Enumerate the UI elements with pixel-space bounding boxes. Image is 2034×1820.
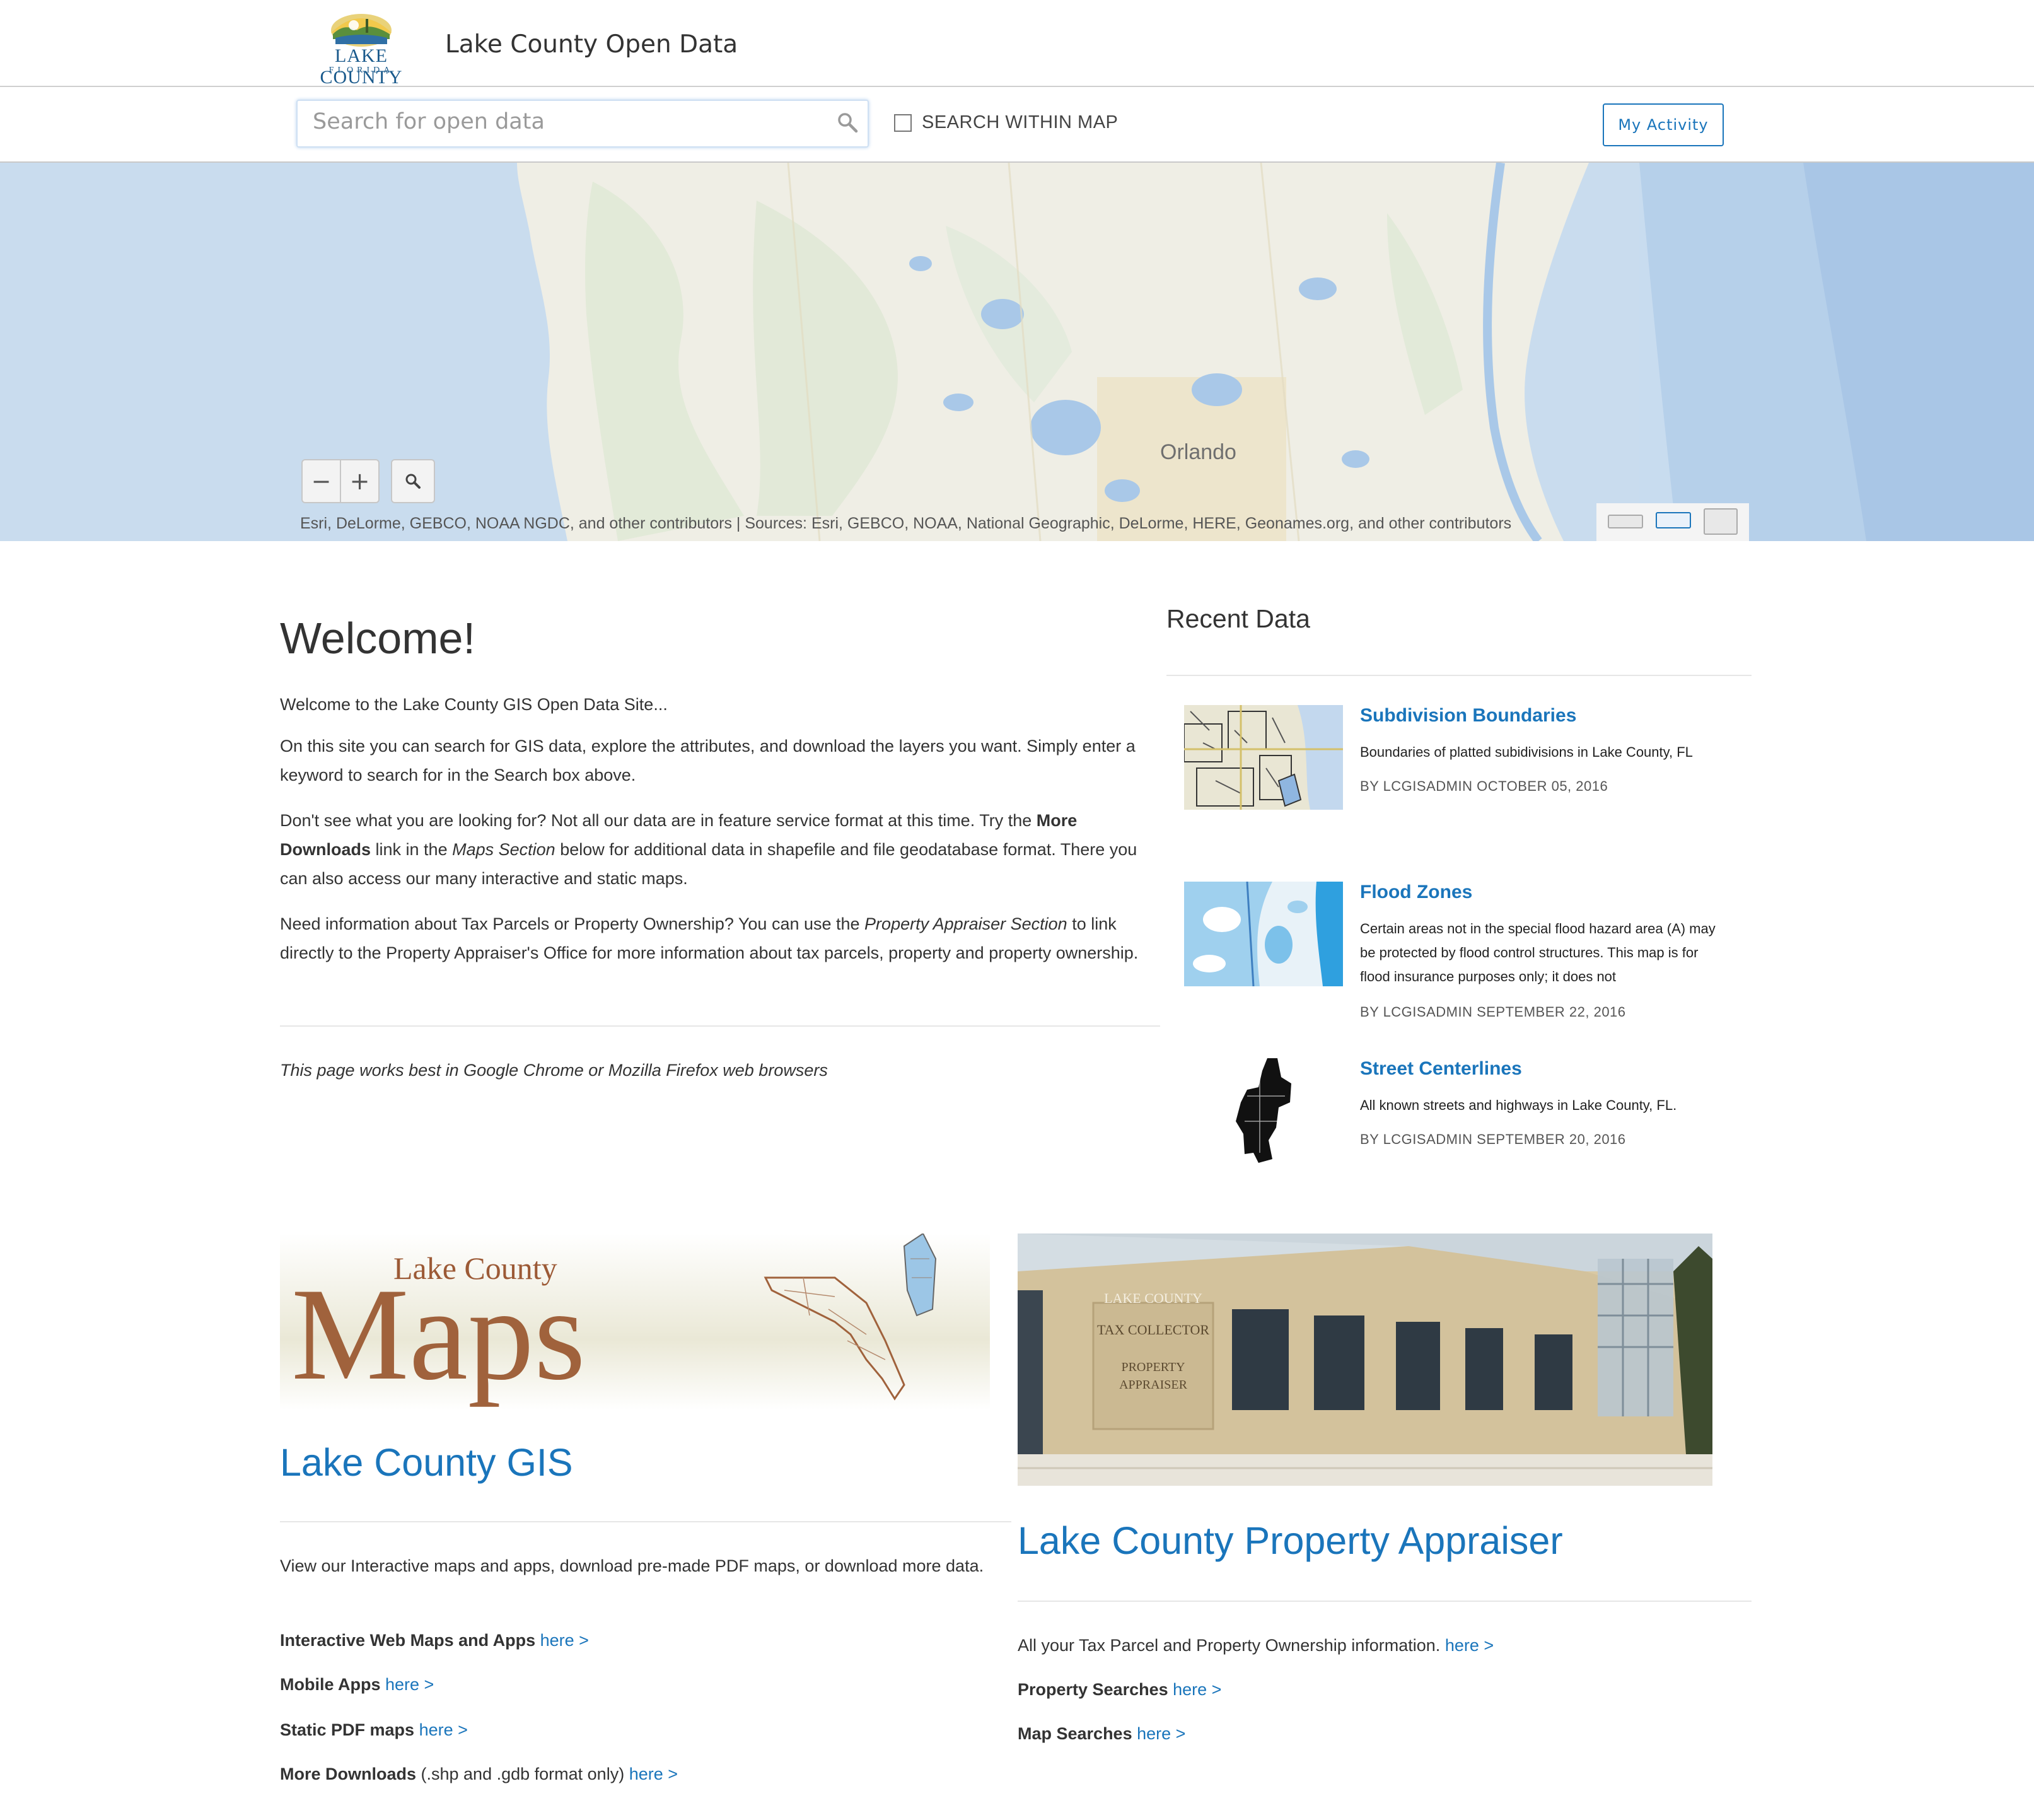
gis-link-label: Static PDF maps bbox=[280, 1720, 415, 1739]
recent-item-meta: BY LCGISADMIN OCTOBER 05, 2016 bbox=[1360, 778, 1608, 794]
text-segment: Don't see what you are looking for? Not … bbox=[280, 811, 1037, 830]
map-attribution: Esri, DeLorme, GEBCO, NOAA NGDC, and oth… bbox=[300, 515, 1512, 532]
zoom-control: − + bbox=[301, 459, 380, 503]
browser-note: This page works best in Google Chrome or… bbox=[280, 1061, 828, 1080]
pa-link-label: Property Searches bbox=[1018, 1680, 1168, 1699]
recent-item[interactable]: Subdivision Boundaries Boundaries of pla… bbox=[1184, 705, 1752, 831]
search-box bbox=[296, 100, 869, 148]
recent-item-description: All known streets and highways in Lake C… bbox=[1360, 1097, 1677, 1113]
basemap-option-streets[interactable] bbox=[1656, 512, 1691, 528]
sign-text-2: TAX COLLECTOR bbox=[1097, 1322, 1209, 1338]
gis-link-label: More Downloads bbox=[280, 1765, 417, 1783]
recent-data-title: Recent Data bbox=[1166, 604, 1310, 633]
welcome-intro: Welcome to the Lake County GIS Open Data… bbox=[280, 695, 668, 714]
gis-link-label: Interactive Web Maps and Apps bbox=[280, 1631, 536, 1650]
gis-section-title[interactable]: Lake County GIS bbox=[280, 1440, 573, 1485]
gis-link-label: Mobile Apps bbox=[280, 1675, 381, 1694]
recent-item-title[interactable]: Flood Zones bbox=[1360, 882, 1472, 903]
banner-big-text: Maps bbox=[291, 1261, 586, 1408]
mobile-apps-link[interactable]: here > bbox=[385, 1675, 434, 1694]
static-pdf-maps-link[interactable]: here > bbox=[419, 1720, 468, 1739]
property-appraiser-description: All your Tax Parcel and Property Ownersh… bbox=[1018, 1631, 1494, 1660]
my-activity-button[interactable]: My Activity bbox=[1603, 103, 1724, 146]
recent-item[interactable]: Street Centerlines All known streets and… bbox=[1184, 1058, 1752, 1184]
lake-county-logo[interactable]: LAKE COUNTY FLORIDA bbox=[294, 9, 429, 88]
property-appraiser-banner[interactable]: LAKE COUNTY TAX COLLECTOR PROPERTY APPRA… bbox=[1018, 1234, 1712, 1486]
sign-text-3: PROPERTY bbox=[1121, 1360, 1185, 1374]
map-view[interactable]: Orlando − + Esri, DeLorme, GEBCO, NOAA N… bbox=[0, 163, 2034, 541]
gis-link-suffix: (.shp and .gdb format only) bbox=[416, 1765, 625, 1783]
gis-link-row: Static PDF maps here > bbox=[280, 1715, 468, 1744]
gis-link-row: More Downloads (.shp and .gdb format onl… bbox=[280, 1759, 678, 1788]
search-bar: SEARCH WITHIN MAP My Activity bbox=[0, 87, 2034, 163]
property-appraiser-title[interactable]: Lake County Property Appraiser bbox=[1018, 1519, 1563, 1563]
subdivision-map-image bbox=[1184, 705, 1343, 810]
map-searches-link[interactable]: here > bbox=[1137, 1724, 1185, 1743]
recent-item[interactable]: Flood Zones Certain areas not in the spe… bbox=[1184, 882, 1752, 1033]
basemap-option-light[interactable] bbox=[1608, 515, 1643, 528]
more-downloads-link[interactable]: here > bbox=[629, 1765, 678, 1783]
gis-link-row: Mobile Apps here > bbox=[280, 1670, 434, 1699]
maps-banner[interactable]: Lake County Maps bbox=[280, 1234, 990, 1410]
logo-emblem-icon bbox=[331, 14, 392, 47]
sign-text-4: APPRAISER bbox=[1119, 1378, 1187, 1392]
search-within-map[interactable]: SEARCH WITHIN MAP bbox=[894, 112, 1118, 133]
street-centerlines-thumbnail[interactable] bbox=[1184, 1058, 1343, 1163]
map-search-button[interactable] bbox=[391, 459, 435, 503]
sign-text-1: LAKE COUNTY bbox=[1104, 1290, 1202, 1306]
pa-link-label: Map Searches bbox=[1018, 1724, 1132, 1743]
recent-item-description: Boundaries of platted subidivisions in L… bbox=[1360, 744, 1693, 760]
site-header: LAKE COUNTY FLORIDA Lake County Open Dat… bbox=[0, 0, 2034, 88]
subdivision-thumbnail[interactable] bbox=[1184, 705, 1343, 810]
maps-banner-image: Lake County Maps bbox=[280, 1234, 990, 1410]
gis-section-divider bbox=[280, 1521, 1011, 1522]
recent-data-divider bbox=[1166, 675, 1752, 676]
tax-parcel-link[interactable]: here > bbox=[1445, 1636, 1494, 1655]
search-input[interactable] bbox=[298, 101, 817, 143]
property-appraiser-description-text: All your Tax Parcel and Property Ownersh… bbox=[1018, 1636, 1441, 1655]
recent-item-title[interactable]: Street Centerlines bbox=[1360, 1058, 1522, 1080]
recent-item-meta: BY LCGISADMIN SEPTEMBER 20, 2016 bbox=[1360, 1131, 1626, 1147]
recent-item-description: Certain areas not in the special flood h… bbox=[1360, 921, 1716, 984]
interactive-web-maps-link[interactable]: here > bbox=[540, 1631, 589, 1650]
gis-link-row: Interactive Web Maps and Apps here > bbox=[280, 1626, 589, 1655]
map-city-label: Orlando bbox=[1160, 440, 1236, 464]
property-appraiser-divider bbox=[1018, 1601, 1752, 1602]
zoom-out-button[interactable]: − bbox=[303, 460, 340, 502]
text-segment: Need information about Tax Parcels or Pr… bbox=[280, 914, 865, 933]
search-within-map-label: SEARCH WITHIN MAP bbox=[922, 112, 1119, 132]
site-title[interactable]: Lake County Open Data bbox=[445, 30, 738, 59]
property-appraiser-building-image: LAKE COUNTY TAX COLLECTOR PROPERTY APPRA… bbox=[1018, 1234, 1712, 1486]
street-centerlines-map-image bbox=[1184, 1058, 1343, 1163]
property-searches-link[interactable]: here > bbox=[1173, 1680, 1221, 1699]
welcome-paragraph-property: Need information about Tax Parcels or Pr… bbox=[280, 909, 1163, 967]
logo-subtext: FLORIDA bbox=[328, 66, 394, 75]
welcome-title: Welcome! bbox=[280, 614, 475, 663]
search-icon[interactable] bbox=[836, 111, 859, 134]
basemap-switcher bbox=[1596, 503, 1749, 541]
maps-section-emphasis: Maps Section bbox=[452, 840, 555, 859]
pa-link-row: Property Searches here > bbox=[1018, 1675, 1221, 1704]
flood-zones-map-image bbox=[1184, 882, 1343, 986]
text-segment: link in the bbox=[371, 840, 453, 859]
property-appraiser-emphasis: Property Appraiser Section bbox=[864, 914, 1067, 933]
pa-link-row: Map Searches here > bbox=[1018, 1719, 1185, 1748]
recent-item-title[interactable]: Subdivision Boundaries bbox=[1360, 705, 1576, 726]
magnifier-icon bbox=[405, 474, 421, 489]
recent-item-meta: BY LCGISADMIN SEPTEMBER 22, 2016 bbox=[1360, 1004, 1626, 1020]
welcome-paragraph-downloads: Don't see what you are looking for? Not … bbox=[280, 806, 1163, 893]
welcome-paragraph-search: On this site you can search for GIS data… bbox=[280, 737, 1136, 785]
basemap-option-imagery[interactable] bbox=[1704, 508, 1738, 535]
flood-zones-thumbnail[interactable] bbox=[1184, 882, 1343, 986]
search-within-map-checkbox[interactable] bbox=[894, 114, 912, 132]
gis-section-description: View our Interactive maps and apps, down… bbox=[280, 1556, 984, 1575]
zoom-in-button[interactable]: + bbox=[341, 460, 378, 502]
welcome-divider bbox=[280, 1025, 1160, 1027]
